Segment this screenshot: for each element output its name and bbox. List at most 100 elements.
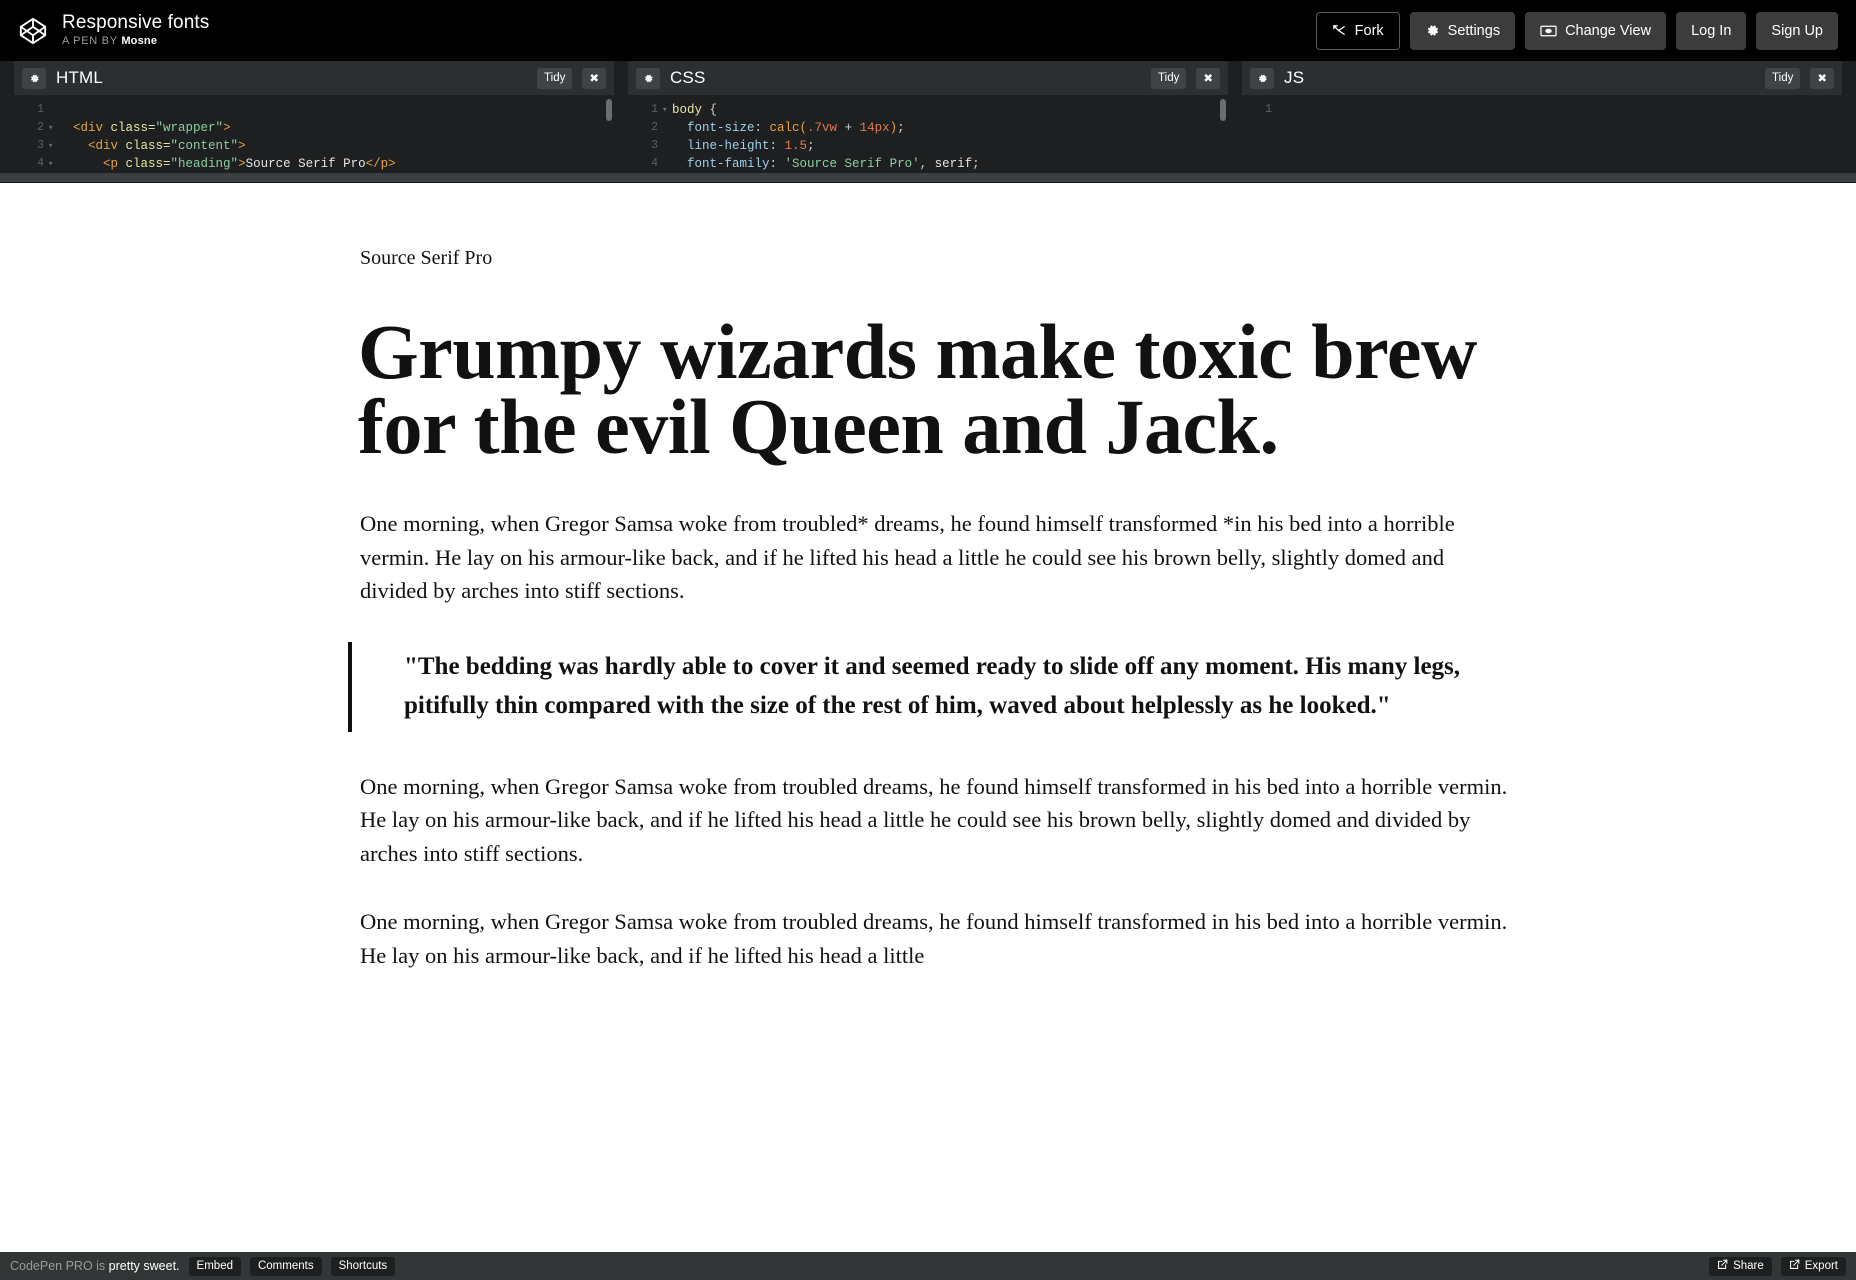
- export-button-label: Export: [1805, 1260, 1838, 1272]
- change-view-icon: [1540, 24, 1557, 38]
- codepen-app: Responsive fonts A PEN BY Mosne Fork: [0, 0, 1856, 1280]
- code-area-html[interactable]: 12▾ <div class="wrapper">3▾ <div class="…: [14, 95, 614, 173]
- pro-promo-strong: pretty sweet.: [109, 1259, 180, 1273]
- share-button-label: Share: [1733, 1260, 1764, 1272]
- line-number: 2: [14, 119, 48, 137]
- editor-panel-html: HTML Tidy ✖ 12▾ <div class="wrapper">3▾ …: [14, 61, 614, 173]
- code-text: line-height: 1.5;: [672, 137, 1228, 155]
- code-text: font-family: 'Source Serif Pro', serif;: [672, 155, 1228, 173]
- code-lines-html: 12▾ <div class="wrapper">3▾ <div class="…: [14, 101, 614, 173]
- close-icon-css[interactable]: ✖: [1196, 68, 1220, 89]
- pen-author-line: A PEN BY Mosne: [62, 34, 209, 49]
- code-text: <div class="content">: [58, 137, 614, 155]
- resize-divider[interactable]: [0, 173, 1856, 183]
- code-lines-js: 1: [1242, 101, 1842, 119]
- preview-heading: Grumpy wizards make toxic brew for the e…: [348, 315, 1508, 465]
- tidy-button-css[interactable]: Tidy: [1151, 68, 1186, 89]
- pen-by-prefix: A PEN BY: [62, 35, 118, 47]
- share-icon: [1717, 1259, 1728, 1273]
- fold-toggle-icon[interactable]: ▾: [48, 119, 58, 137]
- preview-paragraph-3: One morning, when Gregor Samsa woke from…: [348, 905, 1508, 973]
- editor-title-html: HTML: [56, 68, 103, 88]
- code-line: 1: [1242, 101, 1842, 119]
- fold-toggle-icon[interactable]: ▾: [48, 155, 58, 173]
- line-number: 2: [628, 119, 662, 137]
- js-settings-gear-icon[interactable]: [1250, 68, 1274, 89]
- sign-up-button[interactable]: Sign Up: [1756, 12, 1838, 50]
- tidy-button-js[interactable]: Tidy: [1765, 68, 1800, 89]
- export-icon: [1789, 1259, 1800, 1273]
- fork-button[interactable]: Fork: [1316, 12, 1400, 50]
- change-view-button-label: Change View: [1565, 23, 1651, 39]
- code-lines-css: 1▾body {2 font-size: calc(.7vw + 14px);3…: [628, 101, 1228, 173]
- code-text: font-size: calc(.7vw + 14px);: [672, 119, 1228, 137]
- scrollbar-css[interactable]: [1220, 99, 1226, 121]
- code-line: 2▾ <div class="wrapper">: [14, 119, 614, 137]
- preview-paragraph-2: One morning, when Gregor Samsa woke from…: [348, 770, 1508, 871]
- close-icon-html[interactable]: ✖: [582, 68, 606, 89]
- editor-panel-css: CSS Tidy ✖ 1▾body {2 font-size: calc(.7v…: [628, 61, 1228, 173]
- editor-panel-js: JS Tidy ✖ 1: [1242, 61, 1842, 173]
- code-line: 1▾body {: [628, 101, 1228, 119]
- change-view-button[interactable]: Change View: [1525, 12, 1666, 50]
- code-line: 2 font-size: calc(.7vw + 14px);: [628, 119, 1228, 137]
- fold-toggle-icon[interactable]: ▾: [662, 101, 672, 119]
- editor-title-js: JS: [1284, 68, 1304, 88]
- tidy-button-html[interactable]: Tidy: [537, 68, 572, 89]
- log-in-button-label: Log In: [1691, 23, 1731, 39]
- preview-pane: Source Serif Pro Grumpy wizards make tox…: [0, 183, 1856, 1252]
- settings-button-label: Settings: [1448, 23, 1500, 39]
- settings-button[interactable]: Settings: [1410, 12, 1515, 50]
- code-text: body {: [672, 101, 1228, 119]
- shortcuts-button[interactable]: Shortcuts: [331, 1257, 396, 1276]
- code-text: <p class="heading">Source Serif Pro</p>: [58, 155, 614, 173]
- fold-toggle-icon[interactable]: ▾: [48, 137, 58, 155]
- code-area-css[interactable]: 1▾body {2 font-size: calc(.7vw + 14px);3…: [628, 95, 1228, 173]
- sign-up-button-label: Sign Up: [1771, 23, 1823, 39]
- preview-font-label: Source Serif Pro: [348, 243, 1508, 273]
- css-settings-gear-icon[interactable]: [636, 68, 660, 89]
- preview-blockquote: "The bedding was hardly able to cover it…: [348, 642, 1508, 732]
- line-number: 4: [14, 155, 48, 173]
- export-button[interactable]: Export: [1781, 1257, 1846, 1276]
- line-number: 1: [628, 101, 662, 119]
- topbar-actions: Fork Settings Change V: [1316, 12, 1838, 50]
- editor-title-css: CSS: [670, 68, 706, 88]
- preview-content: Source Serif Pro Grumpy wizards make tox…: [348, 183, 1508, 972]
- code-area-js[interactable]: 1: [1242, 95, 1842, 173]
- editors-row: HTML Tidy ✖ 12▾ <div class="wrapper">3▾ …: [0, 61, 1856, 173]
- page-title: Responsive fonts: [62, 12, 209, 34]
- gear-icon: [1425, 23, 1440, 38]
- code-line: 3▾ <div class="content">: [14, 137, 614, 155]
- line-number: 3: [14, 137, 48, 155]
- preview-paragraph-1: One morning, when Gregor Samsa woke from…: [348, 507, 1508, 608]
- footer-bar: CodePen PRO is pretty sweet. Embed Comme…: [0, 1252, 1856, 1280]
- line-number: 1: [1242, 101, 1276, 119]
- pen-title-block: Responsive fonts A PEN BY Mosne: [62, 12, 209, 49]
- pro-promo-text: CodePen PRO is pretty sweet.: [10, 1259, 180, 1273]
- fork-button-label: Fork: [1355, 23, 1384, 39]
- pen-brand: Responsive fonts A PEN BY Mosne: [18, 12, 209, 49]
- editor-header-html: HTML Tidy ✖: [14, 61, 614, 95]
- code-text: <div class="wrapper">: [58, 119, 614, 137]
- code-line: 1: [14, 101, 614, 119]
- pen-author-name[interactable]: Mosne: [121, 35, 157, 47]
- pro-promo-prefix: CodePen PRO is: [10, 1259, 109, 1273]
- line-number: 1: [14, 101, 48, 119]
- editor-header-js: JS Tidy ✖: [1242, 61, 1842, 95]
- code-line: 4 font-family: 'Source Serif Pro', serif…: [628, 155, 1228, 173]
- top-bar: Responsive fonts A PEN BY Mosne Fork: [0, 0, 1856, 61]
- line-number: 3: [628, 137, 662, 155]
- codepen-logo-icon[interactable]: [18, 16, 48, 46]
- code-line: 3 line-height: 1.5;: [628, 137, 1228, 155]
- code-line: 4▾ <p class="heading">Source Serif Pro</…: [14, 155, 614, 173]
- html-settings-gear-icon[interactable]: [22, 68, 46, 89]
- share-button[interactable]: Share: [1709, 1257, 1772, 1276]
- comments-button[interactable]: Comments: [250, 1257, 322, 1276]
- log-in-button[interactable]: Log In: [1676, 12, 1746, 50]
- editor-header-css: CSS Tidy ✖: [628, 61, 1228, 95]
- fork-icon: [1332, 23, 1347, 38]
- scrollbar-html[interactable]: [606, 99, 612, 121]
- close-icon-js[interactable]: ✖: [1810, 68, 1834, 89]
- embed-button[interactable]: Embed: [189, 1257, 241, 1276]
